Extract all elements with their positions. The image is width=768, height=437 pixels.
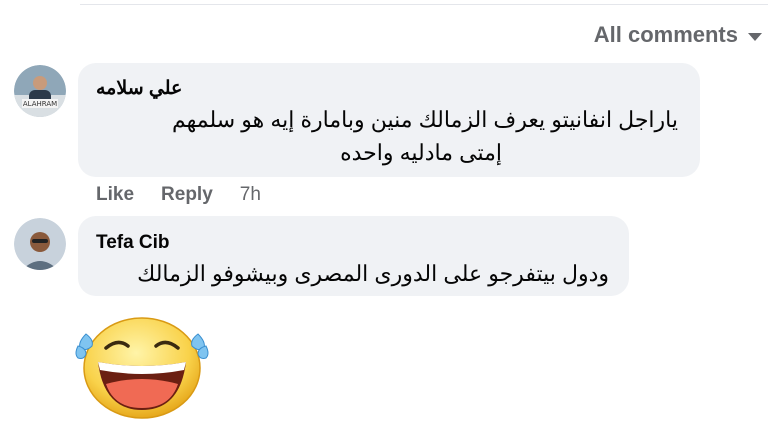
like-button[interactable]: Like (96, 184, 134, 206)
comment-author-ali[interactable]: علي سلامه (96, 77, 182, 100)
comment-author-tefa[interactable]: Tefa Cib (96, 232, 170, 254)
comment-actions: Like Reply 7h (96, 184, 261, 206)
avatar-tefa[interactable] (14, 218, 66, 270)
all-comments-label: All comments (593, 22, 738, 47)
avatar-ali[interactable]: ALAHRAM (14, 65, 66, 117)
laughing-tears-emoji-icon (72, 312, 212, 422)
caret-down-icon (748, 32, 762, 41)
comment-text-tefa: ودول بيتفرجو على الدورى المصرى وبيشوفو ا… (137, 261, 609, 286)
comment-timestamp[interactable]: 7h (240, 184, 261, 206)
comment-text-line-1: ياراجل انفانيتو يعرف الزمالك منين وبامار… (171, 107, 678, 132)
all-comments-filter[interactable]: All comments (594, 22, 762, 48)
comment-text-line-2: إمتى مادليه واحده (340, 140, 502, 165)
top-divider (80, 4, 768, 5)
svg-text:ALAHRAM: ALAHRAM (23, 100, 57, 108)
reply-button[interactable]: Reply (161, 184, 213, 206)
